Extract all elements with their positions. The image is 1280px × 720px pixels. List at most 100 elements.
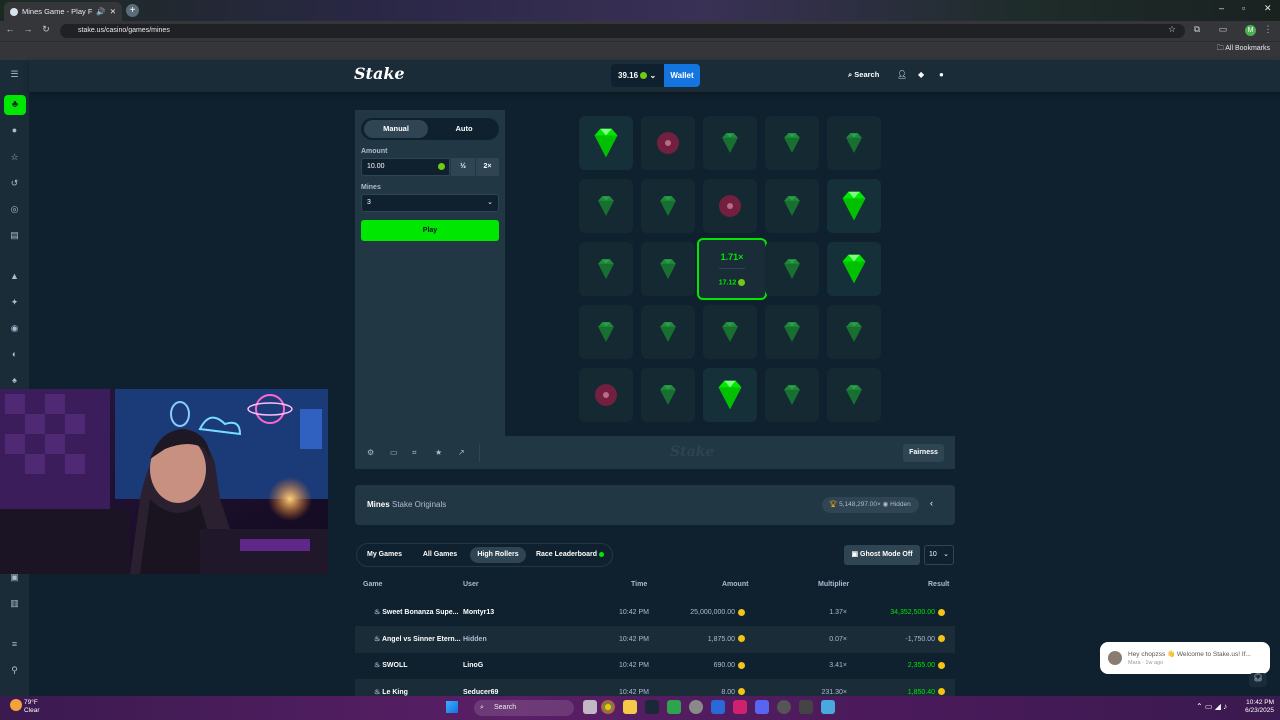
browser-tab[interactable]: Mines Game - Play Free Sc 🔊 ✕ [4,2,122,21]
wallet-button[interactable]: Wallet [664,64,700,87]
reload-icon[interactable]: ↻ [40,24,52,35]
play-button[interactable]: Play [361,220,499,241]
popout-icon[interactable]: ↗ [458,448,465,457]
favourite-star-icon[interactable]: ★ [435,448,442,457]
gem-tile[interactable] [827,368,881,422]
help-headset-icon[interactable]: 🎧︎ [1249,673,1267,687]
chevron-left-icon[interactable]: ‹ [930,498,933,508]
windows-start-icon[interactable] [446,701,458,713]
app-icon[interactable] [667,700,681,714]
profile-avatar[interactable]: M [1245,25,1256,36]
half-bet-button[interactable]: ½ [451,158,475,176]
auto-mode-tab[interactable]: Auto [432,120,496,138]
cell-game[interactable]: ♨ SWOLL [374,652,408,679]
app-icon[interactable] [711,700,725,714]
favourites-icon[interactable]: ☆ [8,151,21,164]
minimize-button[interactable]: – [1219,3,1224,13]
all-bookmarks-link[interactable]: 🗀 All Bookmarks [1217,44,1270,55]
casino-icon[interactable]: ♣ [4,95,26,115]
taskbar-search[interactable]: ⌕ Search [474,700,574,716]
gem-tile[interactable] [703,305,757,359]
tab-race-leaderboard[interactable]: Race Leaderboard [532,547,608,563]
theatre-mode-icon[interactable]: ▭ [390,448,398,457]
originals-icon[interactable]: ◉ [8,322,21,335]
gem-tile-revealed[interactable] [703,368,757,422]
gem-tile[interactable] [703,116,757,170]
hot-icon[interactable]: ▲ [8,270,21,283]
gem-tile[interactable] [579,242,633,296]
gem-tile[interactable] [641,179,695,233]
taskbar-clock[interactable]: 10:42 PM 6/23/2025 [1240,699,1274,715]
ghost-mode-button[interactable]: ▣ Ghost Mode Off [844,545,920,565]
extensions-icon[interactable]: ⧉ [1191,24,1203,35]
gem-tile[interactable] [765,179,819,233]
terminal-icon[interactable] [799,700,813,714]
gem-tile[interactable] [641,305,695,359]
notifications-icon[interactable]: ◆ [918,70,924,79]
chat-popup[interactable] [1100,642,1270,674]
file-explorer-icon[interactable] [623,700,637,714]
address-bar[interactable]: stake.us/casino/games/mines [60,24,1185,38]
gem-tile[interactable] [641,368,695,422]
game-shows-icon[interactable]: ♠ [8,374,21,387]
sponsorships-icon[interactable]: ≡ [8,638,21,651]
gem-tile[interactable] [765,368,819,422]
close-window-button[interactable]: ✕ [1264,3,1272,14]
amount-input[interactable]: 10.00 [361,158,450,176]
double-bet-button[interactable]: 2× [475,158,499,176]
bookmark-star-icon[interactable]: ☆ [1166,24,1178,35]
sports-icon[interactable]: ● [8,124,21,137]
tray-icons[interactable]: ⌃ ▭ ◢ ♪ [1196,702,1227,711]
task-view-icon[interactable] [583,700,597,714]
gem-tile[interactable] [579,305,633,359]
audio-icon[interactable]: 🔊 [96,7,105,16]
app-icon[interactable] [821,700,835,714]
settings-icon[interactable]: ⚙ [367,448,374,457]
cell-user[interactable]: LinoG [463,652,483,679]
gem-tile[interactable] [765,116,819,170]
cell-game[interactable]: ♨ Sweet Bonanza Supe... [374,599,458,626]
manual-mode-tab[interactable]: Manual [364,120,428,138]
gem-tile[interactable] [827,305,881,359]
tab-close-icon[interactable]: ✕ [110,7,116,16]
table-row[interactable]: ♨ Sweet Bonanza Supe... Montyr13 10:42 PM 2… [355,599,955,626]
maximize-button[interactable]: ▫ [1242,3,1245,13]
blog-icon[interactable]: ▥ [8,597,21,610]
gem-tile[interactable] [765,305,819,359]
browser-menu-icon[interactable]: ⋮ [1262,24,1274,35]
app-icon[interactable] [777,700,791,714]
search-button[interactable]: ⌕ Search [848,70,879,80]
tab-all-games[interactable]: All Games [418,547,462,563]
user-icon[interactable]: 👤︎ [897,70,907,79]
live-casino-icon[interactable]: ◐ [8,348,21,361]
tab-high-rollers[interactable]: High Rollers [470,547,526,563]
fairness-button[interactable]: Fairness [903,444,944,462]
forward-icon[interactable]: → [22,24,34,34]
app-icon[interactable] [733,700,747,714]
gem-tile[interactable] [641,242,695,296]
back-icon[interactable]: ← [4,24,16,34]
mines-select[interactable]: 3 ⌄ [361,194,499,212]
steam-icon[interactable] [645,700,659,714]
recent-icon[interactable]: ↺ [8,177,21,190]
slots-icon[interactable]: ✦ [8,296,21,309]
cell-game[interactable]: ♨ Angel vs Sinner Etern... [374,626,461,653]
gem-tile[interactable] [827,116,881,170]
new-tab-button[interactable]: + [126,4,139,17]
table-row[interactable]: ♨ SWOLL LinoG 10:42 PM 690.00 3.41× 2,355.00 [355,652,955,679]
stake-logo[interactable]: Stake [354,64,405,83]
page-size-select[interactable]: 10 ⌄ [924,545,954,565]
obs-icon[interactable] [689,700,703,714]
mine-tile[interactable] [579,368,633,422]
mine-tile[interactable] [703,179,757,233]
mine-tile[interactable] [641,116,695,170]
gem-tile-revealed[interactable] [827,242,881,296]
cell-user[interactable]: Montyr13 [463,599,494,626]
challenges-icon[interactable]: ◎ [8,203,21,216]
cast-icon[interactable]: ▭ [1217,24,1229,35]
balance-display[interactable]: 39.16 ⌄ [611,64,664,87]
table-row[interactable]: ♨ Angel vs Sinner Etern... Hidden 10:42 PM… [355,625,955,653]
support-icon[interactable]: ⚲ [8,664,21,677]
gem-tile[interactable] [765,242,819,296]
chrome-taskbar-icon[interactable] [601,700,615,714]
